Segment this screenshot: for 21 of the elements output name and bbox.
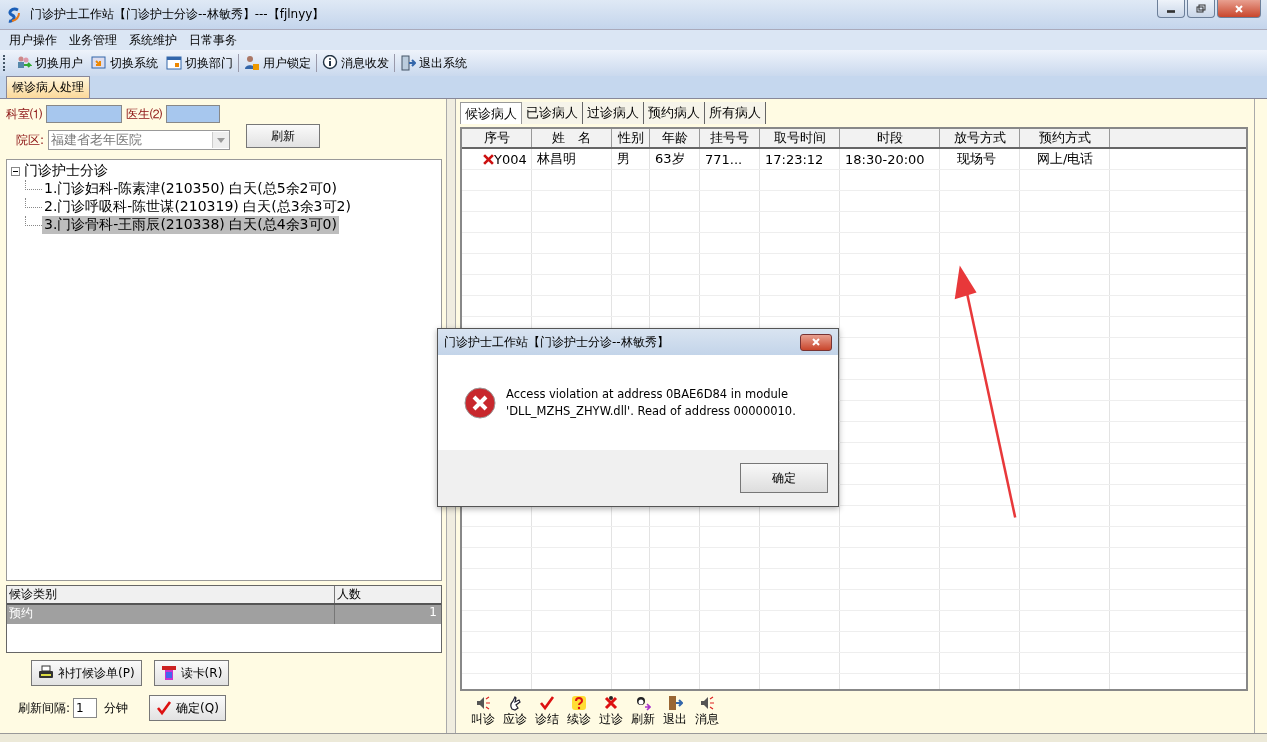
campus-label: 院区: xyxy=(16,131,45,149)
column-header: 人数 xyxy=(336,586,362,603)
table-cell: 预约 xyxy=(7,605,335,624)
table-cell: 网上/电话 xyxy=(1037,150,1094,168)
unit-label: 分钟 xyxy=(104,699,129,717)
department-label: 科室⑴ xyxy=(6,105,42,123)
interval-label: 刷新间隔: xyxy=(18,699,71,717)
column-header: 候诊类别 xyxy=(7,586,335,603)
table-cell: 男 xyxy=(617,150,630,168)
table-cell: Y004 xyxy=(494,151,527,167)
error-message: Access violation at address 0BAE6D84 in module 'DLL_MZHS_ZHYW.dll'. Read of address 00000010. xyxy=(506,385,797,420)
table-cell: 林昌明 xyxy=(537,150,576,168)
table-cell: 63岁 xyxy=(655,150,685,168)
table-cell: 18:30-20:00 xyxy=(845,151,925,167)
table-cell: 17:23:12 xyxy=(765,151,824,167)
table-cell-text: 1 xyxy=(428,605,438,621)
table-cell: 现场号 xyxy=(957,150,996,168)
window-title: 门诊护士工作站【门诊护士分诊--林敏秀】---【fjlnyy】 xyxy=(30,6,325,23)
doctor-label: 医生⑵ xyxy=(126,105,162,123)
dialog-title: 门诊护士工作站【门诊护士分诊--林敏秀】 xyxy=(444,333,669,351)
table-cell: 771... xyxy=(705,151,743,167)
